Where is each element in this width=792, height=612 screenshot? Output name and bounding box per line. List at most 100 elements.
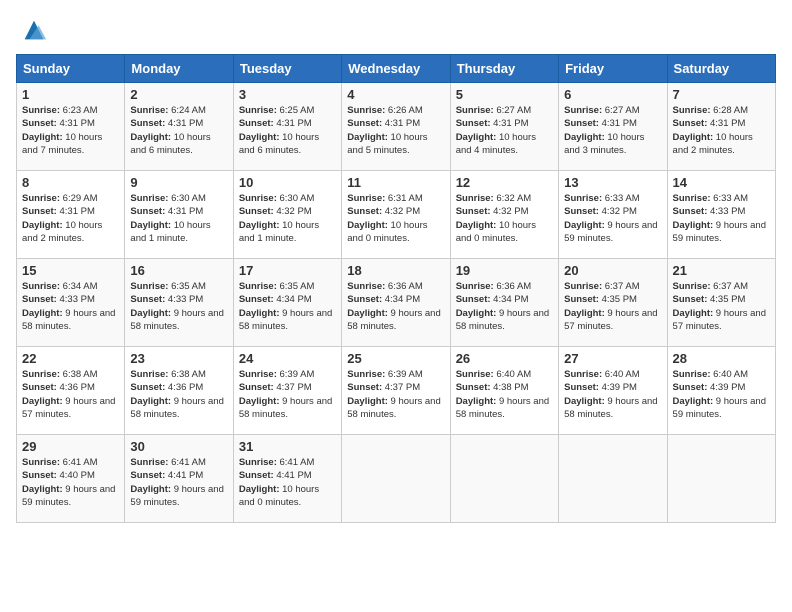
- sunrise-label: Sunrise: 6:40 AM: [564, 369, 640, 380]
- day-info: Sunrise: 6:41 AMSunset: 4:40 PMDaylight:…: [22, 456, 119, 509]
- daylight-label: Daylight: 10 hours and 0 minutes.: [239, 484, 319, 508]
- daylight-label: Daylight: 9 hours and 57 minutes.: [673, 308, 766, 332]
- calendar-cell: 15Sunrise: 6:34 AMSunset: 4:33 PMDayligh…: [17, 259, 125, 347]
- sunset-label: Sunset: 4:31 PM: [22, 206, 95, 217]
- calendar-week-5: 29Sunrise: 6:41 AMSunset: 4:40 PMDayligh…: [17, 435, 776, 523]
- sunrise-label: Sunrise: 6:39 AM: [347, 369, 423, 380]
- day-info: Sunrise: 6:38 AMSunset: 4:36 PMDaylight:…: [22, 368, 119, 421]
- sunset-label: Sunset: 4:34 PM: [347, 294, 420, 305]
- day-number: 10: [239, 175, 336, 190]
- day-info: Sunrise: 6:41 AMSunset: 4:41 PMDaylight:…: [239, 456, 336, 509]
- col-monday: Monday: [125, 55, 233, 83]
- day-info: Sunrise: 6:35 AMSunset: 4:33 PMDaylight:…: [130, 280, 227, 333]
- calendar-cell: 31 Sunrise: 6:41 AMSunset: 4:41 PMDayligh…: [233, 435, 341, 523]
- sunrise-label: Sunrise: 6:24 AM: [130, 105, 206, 116]
- sunrise-label: Sunrise: 6:30 AM: [130, 193, 206, 204]
- daylight-label: Daylight: 9 hours and 58 minutes.: [22, 308, 115, 332]
- day-number: 28: [673, 351, 770, 366]
- sunset-label: Sunset: 4:35 PM: [564, 294, 637, 305]
- calendar-cell: 26Sunrise: 6:40 AMSunset: 4:38 PMDayligh…: [450, 347, 558, 435]
- daylight-label: Daylight: 10 hours and 4 minutes.: [456, 132, 536, 156]
- sunset-label: Sunset: 4:36 PM: [130, 382, 203, 393]
- sunset-label: Sunset: 4:31 PM: [130, 206, 203, 217]
- page: Sunday Monday Tuesday Wednesday Thursday…: [0, 0, 792, 612]
- sunset-label: Sunset: 4:31 PM: [456, 118, 529, 129]
- sunrise-label: Sunrise: 6:36 AM: [456, 281, 532, 292]
- daylight-label: Daylight: 9 hours and 58 minutes.: [239, 396, 332, 420]
- day-info: Sunrise: 6:40 AMSunset: 4:39 PMDaylight:…: [564, 368, 661, 421]
- logo-icon: [20, 16, 48, 44]
- sunset-label: Sunset: 4:32 PM: [564, 206, 637, 217]
- sunset-label: Sunset: 4:37 PM: [347, 382, 420, 393]
- day-info: Sunrise: 6:28 AMSunset: 4:31 PMDaylight:…: [673, 104, 770, 157]
- day-info: Sunrise: 6:34 AM Sunset: 4:33 PM Daylight:…: [22, 280, 119, 333]
- sunrise-label: Sunrise: 6:38 AM: [22, 369, 98, 380]
- calendar-week-1: 1Sunrise: 6:23 AMSunset: 4:31 PMDaylight…: [17, 83, 776, 171]
- day-number: 26: [456, 351, 553, 366]
- sunset-label: Sunset: 4:39 PM: [673, 382, 746, 393]
- day-number: 14: [673, 175, 770, 190]
- day-info: Sunrise: 6:27 AM Sunset: 4:31 PM Daylight:…: [456, 104, 553, 157]
- sunset-label: Sunset: 4:34 PM: [239, 294, 312, 305]
- day-number: 25: [347, 351, 444, 366]
- day-number: 4: [347, 87, 444, 102]
- day-number: 2: [130, 87, 227, 102]
- daylight-label: Daylight: 10 hours and 1 minute.: [130, 220, 210, 244]
- day-number: 19: [456, 263, 553, 278]
- sunrise-label: Sunrise: 6:27 AM: [456, 105, 532, 116]
- day-number: 3: [239, 87, 336, 102]
- day-number: 7: [673, 87, 770, 102]
- sunrise-label: Sunrise: 6:23 AM: [22, 105, 98, 116]
- day-info: Sunrise: 6:29 AMSunset: 4:31 PMDaylight:…: [22, 192, 119, 245]
- calendar-week-2: 8 Sunrise: 6:29 AMSunset: 4:31 PMDaylight…: [17, 171, 776, 259]
- col-saturday: Saturday: [667, 55, 775, 83]
- calendar-week-3: 15Sunrise: 6:34 AMSunset: 4:33 PMDayligh…: [17, 259, 776, 347]
- day-number: 6: [564, 87, 661, 102]
- calendar-cell: [342, 435, 450, 523]
- daylight-label: Daylight: 9 hours and 58 minutes.: [347, 396, 440, 420]
- day-info: Sunrise: 6:39 AM Sunset: 4:37 PM Daylight:…: [347, 368, 444, 421]
- sunset-label: Sunset: 4:36 PM: [22, 382, 95, 393]
- calendar-cell: [450, 435, 558, 523]
- daylight-label: Daylight: 10 hours and 1 minute.: [239, 220, 319, 244]
- daylight-label: Daylight: 10 hours and 2 minutes.: [673, 132, 753, 156]
- daylight-label: Daylight: 9 hours and 58 minutes.: [456, 396, 549, 420]
- sunrise-label: Sunrise: 6:27 AM: [564, 105, 640, 116]
- sunrise-label: Sunrise: 6:34 AM: [22, 281, 98, 292]
- day-info: Sunrise: 6:23 AMSunset: 4:31 PMDaylight:…: [22, 104, 119, 157]
- daylight-label: Daylight: 9 hours and 59 minutes.: [130, 484, 223, 508]
- day-info: Sunrise: 6:30 AMSunset: 4:32 PMDaylight:…: [239, 192, 336, 245]
- daylight-label: Daylight: 9 hours and 59 minutes.: [673, 220, 766, 244]
- day-number: 31: [239, 439, 336, 454]
- calendar-cell: 11Sunrise: 6:31 AMSunset: 4:32 PMDayligh…: [342, 171, 450, 259]
- col-tuesday: Tuesday: [233, 55, 341, 83]
- day-number: 11: [347, 175, 444, 190]
- sunrise-label: Sunrise: 6:25 AM: [239, 105, 315, 116]
- day-number: 13: [564, 175, 661, 190]
- sunrise-label: Sunrise: 6:40 AM: [456, 369, 532, 380]
- sunset-label: Sunset: 4:41 PM: [239, 470, 312, 481]
- day-info: Sunrise: 6:24 AMSunset: 4:31 PMDaylight:…: [130, 104, 227, 157]
- daylight-label: Daylight: 9 hours and 58 minutes.: [130, 396, 223, 420]
- daylight-label: Daylight: 10 hours and 6 minutes.: [239, 132, 319, 156]
- calendar-cell: 4Sunrise: 6:26 AMSunset: 4:31 PMDaylight…: [342, 83, 450, 171]
- day-number: 1: [22, 87, 119, 102]
- daylight-label: Daylight: 10 hours and 3 minutes.: [564, 132, 644, 156]
- day-number: 18: [347, 263, 444, 278]
- sunrise-label: Sunrise: 6:36 AM: [347, 281, 423, 292]
- day-number: 20: [564, 263, 661, 278]
- daylight-label: Daylight: 10 hours and 6 minutes.: [130, 132, 210, 156]
- sunset-label: Sunset: 4:33 PM: [22, 294, 95, 305]
- sunset-label: Sunset: 4:39 PM: [564, 382, 637, 393]
- sunrise-label: Sunrise: 6:30 AM: [239, 193, 315, 204]
- day-number: 22: [22, 351, 119, 366]
- sunrise-label: Sunrise: 6:35 AM: [239, 281, 315, 292]
- daylight-label: Daylight: 9 hours and 58 minutes.: [130, 308, 223, 332]
- day-info: Sunrise: 6:37 AMSunset: 4:35 PMDaylight:…: [564, 280, 661, 333]
- sunset-label: Sunset: 4:32 PM: [347, 206, 420, 217]
- calendar-cell: 19Sunrise: 6:36 AMSunset: 4:34 PMDayligh…: [450, 259, 558, 347]
- day-info: Sunrise: 6:33 AMSunset: 4:33 PMDaylight:…: [673, 192, 770, 245]
- col-sunday: Sunday: [17, 55, 125, 83]
- day-info: Sunrise: 6:33 AMSunset: 4:32 PMDaylight:…: [564, 192, 661, 245]
- day-number: 8: [22, 175, 119, 190]
